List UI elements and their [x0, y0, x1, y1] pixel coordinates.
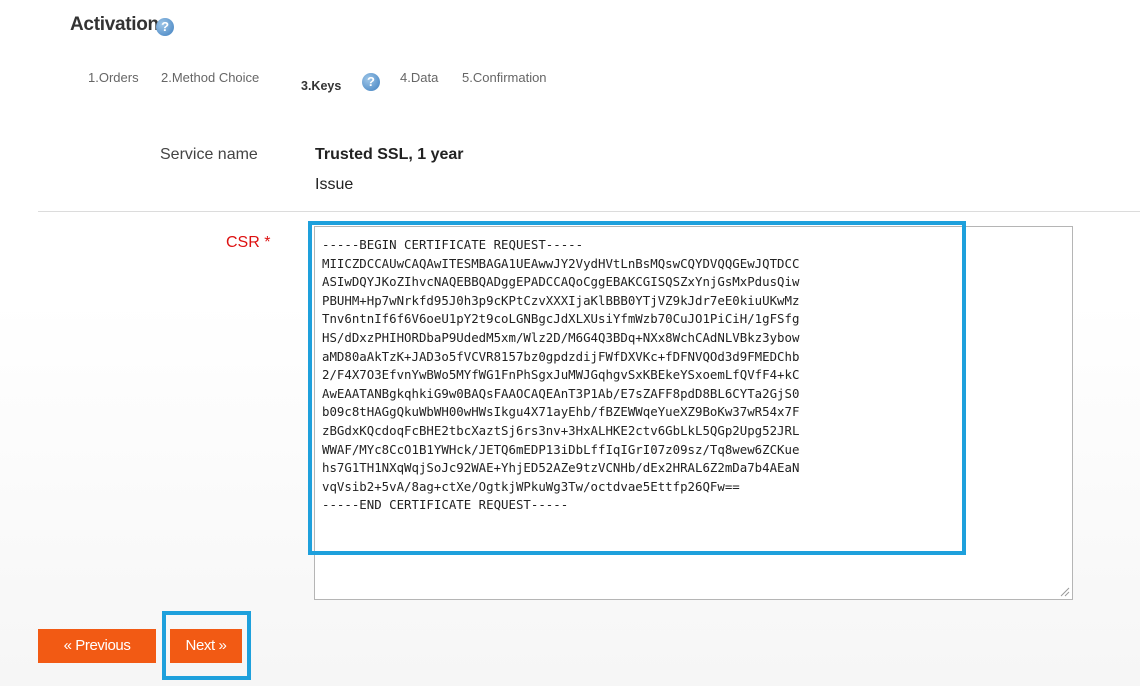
resize-handle-icon[interactable] — [1058, 585, 1070, 597]
csr-textarea[interactable]: -----BEGIN CERTIFICATE REQUEST----- MIIC… — [314, 226, 1073, 600]
help-icon[interactable]: ? — [156, 18, 174, 36]
service-name-label: Service name — [160, 146, 258, 163]
step-data: 4.Data — [400, 70, 439, 85]
csr-label: CSR * — [226, 234, 271, 251]
service-name-value: Trusted SSL, 1 year — [315, 146, 464, 163]
csr-text[interactable]: -----BEGIN CERTIFICATE REQUEST----- MIIC… — [322, 236, 799, 515]
next-button[interactable]: Next » — [170, 629, 242, 663]
page-title-text: Activation — [70, 14, 159, 35]
step-confirmation: 5.Confirmation — [462, 70, 547, 85]
service-action-value: Issue — [315, 176, 354, 193]
step-method-choice: 2.Method Choice — [161, 70, 260, 85]
step-orders: 1.Orders — [88, 70, 139, 85]
previous-button[interactable]: « Previous — [38, 629, 156, 663]
section-divider — [38, 211, 1140, 212]
step-keys: 3.Keys — [301, 79, 342, 93]
page-title: Activation ? — [70, 14, 174, 36]
step-keys-help-icon[interactable]: ? — [362, 73, 380, 91]
